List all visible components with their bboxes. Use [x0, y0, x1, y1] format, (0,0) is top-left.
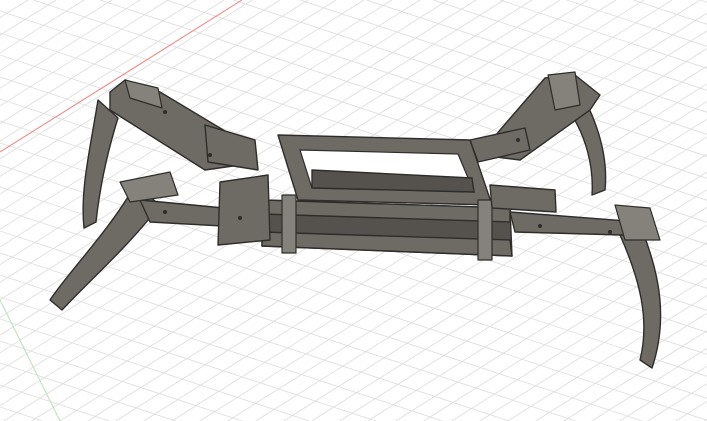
grid-line: [499, 0, 707, 69]
grid-line: [0, 0, 113, 71]
grid-line: [233, 0, 707, 157]
grid-line: [619, 365, 707, 421]
grid-line: [0, 0, 85, 54]
grid-line: [633, 0, 707, 25]
cad-viewport[interactable]: [0, 0, 707, 421]
grid-line: [535, 312, 707, 421]
grid-line: [0, 0, 29, 18]
grid-line: [0, 296, 376, 421]
grid-line: [699, 0, 707, 3]
y-axis-line: [0, 299, 61, 421]
quadruped-robot-model[interactable]: [49, 71, 662, 369]
body-frame[interactable]: [261, 134, 513, 261]
grid-line: [0, 318, 310, 421]
grid-line: [563, 330, 707, 421]
grid-line: [299, 0, 707, 135]
grid-line: [647, 383, 707, 421]
grid-line: [0, 362, 176, 421]
grid-line: [423, 242, 707, 421]
grid-line: [0, 0, 141, 89]
leg-back-right[interactable]: [469, 71, 607, 196]
grid-line: [0, 340, 243, 421]
grid-line: [0, 0, 57, 36]
grid-line: [451, 259, 707, 421]
viewport-canvas[interactable]: [0, 0, 707, 421]
grid-line: [0, 384, 110, 421]
